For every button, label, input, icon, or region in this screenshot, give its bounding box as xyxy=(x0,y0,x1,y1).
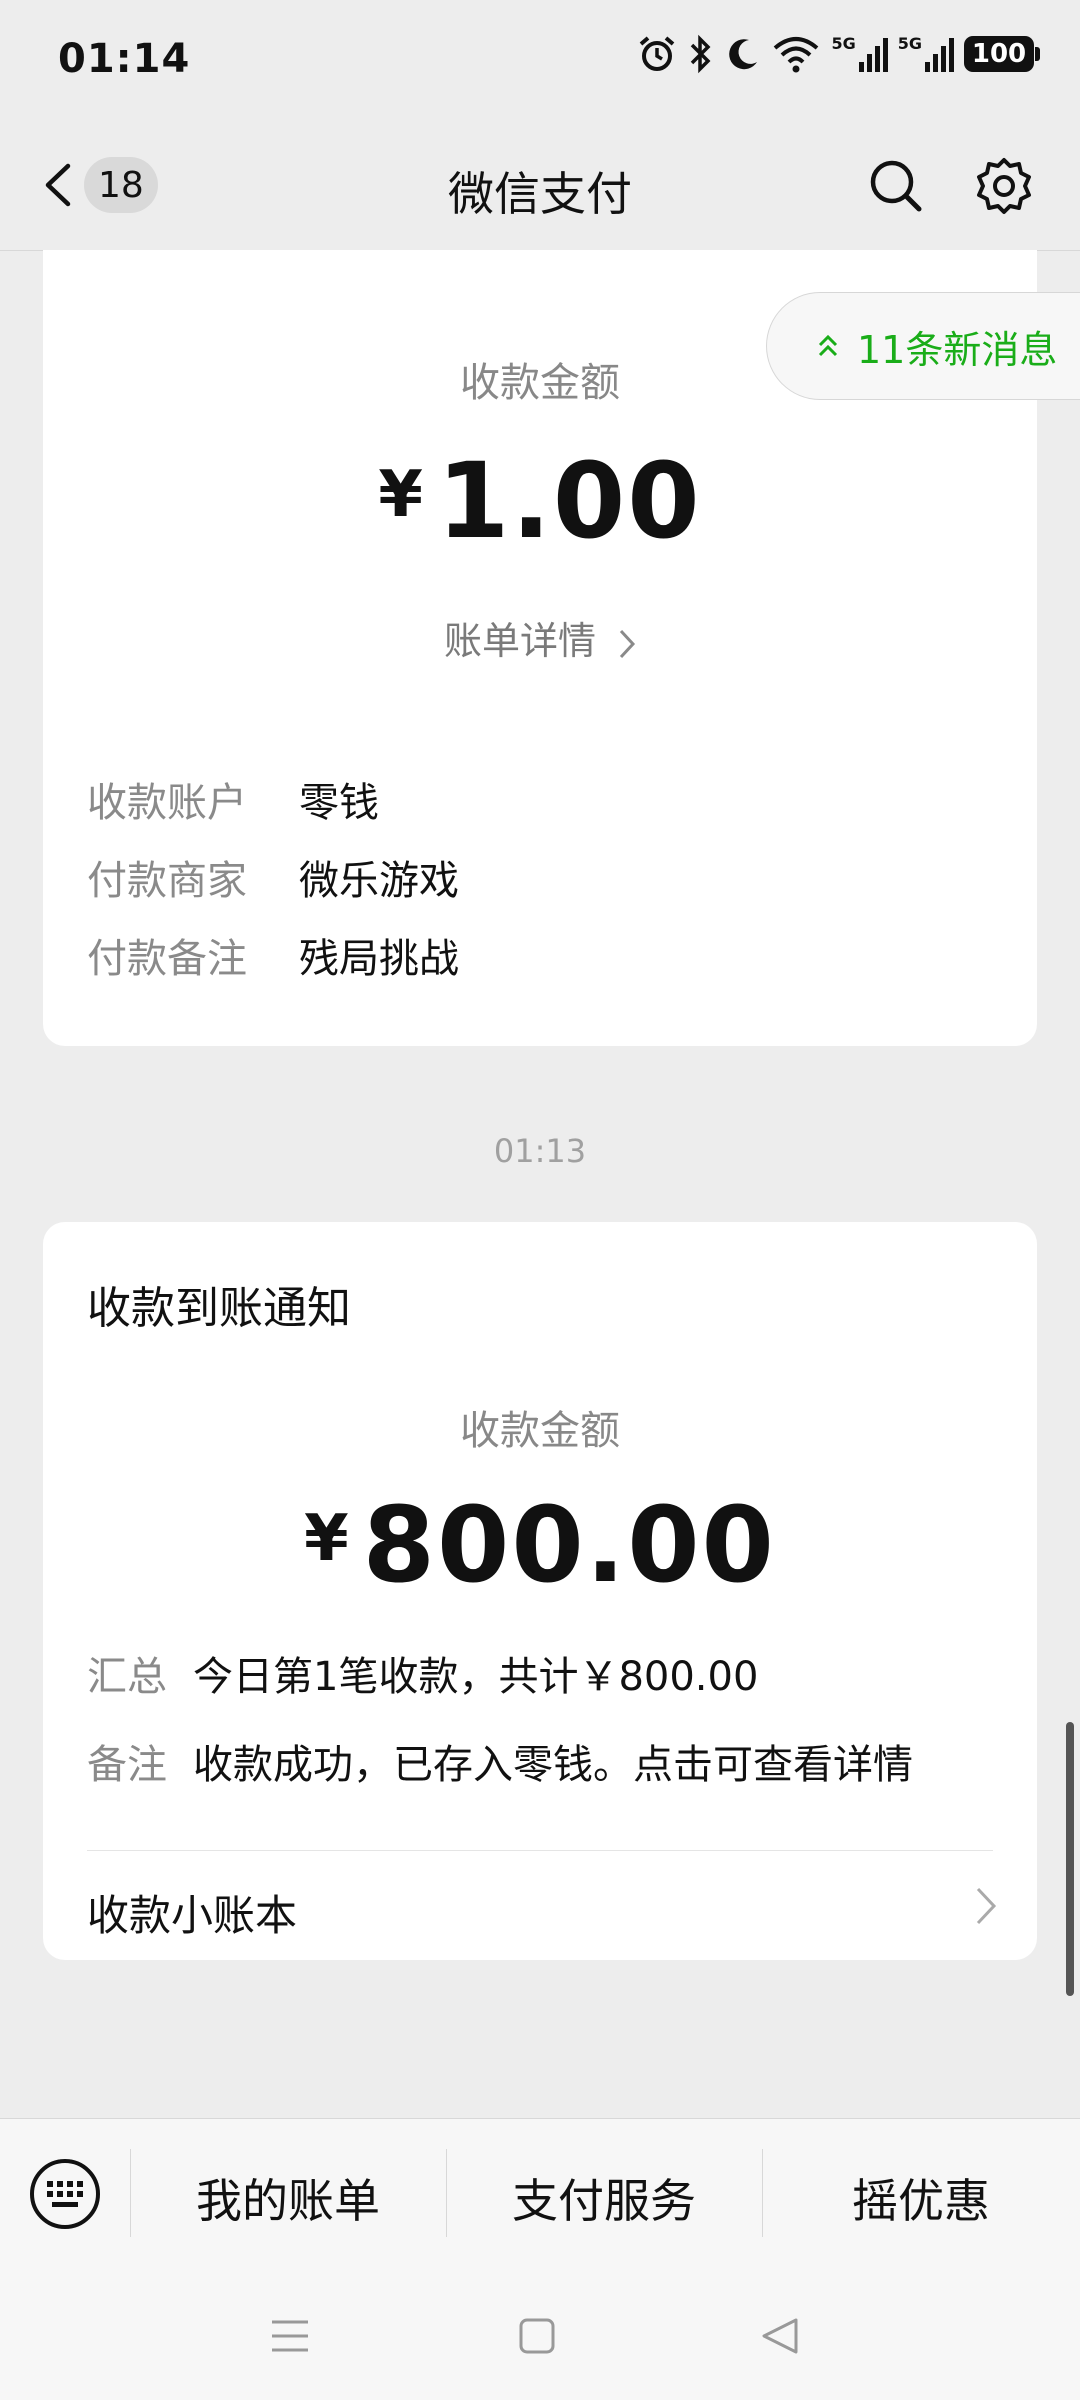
bill-detail-label: 账单详情 xyxy=(443,619,596,663)
summary-key: 汇总 xyxy=(87,1654,167,1700)
scrollbar[interactable] xyxy=(1066,1722,1074,1996)
back-triangle-icon[interactable] xyxy=(760,2316,800,2356)
signal-5g-2: 5G xyxy=(898,34,954,74)
info-key: 付款备注 xyxy=(87,936,247,982)
payment-notice-card[interactable]: 收款到账通知 收款金额 ¥800.00 汇总 今日第1笔收款，共计￥800.00… xyxy=(43,1222,1037,1960)
moon-icon xyxy=(729,39,758,70)
double-chevron-up-icon xyxy=(818,334,838,357)
home-square-icon[interactable] xyxy=(518,2316,556,2356)
chevron-right-icon xyxy=(976,1887,997,1925)
bottom-menu: 我的账单 支付服务 摇优惠 xyxy=(0,2118,1080,2271)
menu-shake-offers[interactable]: 摇优惠 xyxy=(762,2165,1080,2231)
amount-value: ¥1.00 xyxy=(43,440,1037,562)
nav-bar: 18 微信支付 xyxy=(0,120,1080,251)
menu-my-bills[interactable]: 我的账单 xyxy=(130,2165,446,2231)
status-time: 01:14 xyxy=(58,36,191,82)
search-icon[interactable] xyxy=(868,158,924,214)
menu-lines-icon[interactable] xyxy=(270,2316,310,2356)
gear-icon[interactable] xyxy=(974,156,1034,216)
note-value: 收款成功，已存入零钱。点击可查看详情 xyxy=(193,1742,913,1788)
info-key: 收款账户 xyxy=(87,780,247,826)
new-messages-label: 11条新消息 xyxy=(857,327,1058,372)
bill-detail-link[interactable]: 账单详情 xyxy=(43,610,1037,665)
status-bar: 01:14 5G 5G 100 xyxy=(0,0,1080,120)
summary-row: 汇总 今日第1笔收款，共计￥800.00 xyxy=(87,1644,758,1702)
info-key: 付款商家 xyxy=(87,858,247,904)
notice-title: 收款到账通知 xyxy=(87,1283,351,1334)
info-value: 微乐游戏 xyxy=(299,858,459,904)
amount-number: 1.00 xyxy=(436,440,702,562)
summary-value: 今日第1笔收款，共计￥800.00 xyxy=(193,1654,759,1700)
message-timestamp: 01:13 xyxy=(493,1132,587,1170)
info-value: 残局挑战 xyxy=(299,936,459,982)
signal-bars-icon xyxy=(925,38,954,72)
amount-number: 800.00 xyxy=(362,1484,776,1606)
battery-indicator: 100 xyxy=(964,36,1040,72)
menu-payment-services[interactable]: 支付服务 xyxy=(446,2165,762,2231)
divider xyxy=(87,1850,993,1851)
note-key: 备注 xyxy=(87,1742,167,1788)
ledger-link[interactable]: 收款小账本 xyxy=(87,1882,297,1943)
info-value: 零钱 xyxy=(299,780,379,826)
system-nav-bar xyxy=(0,2270,1080,2400)
alarm-icon xyxy=(640,36,675,71)
network-type-label: 5G xyxy=(831,34,856,53)
new-messages-button[interactable]: 11条新消息 xyxy=(766,292,1080,400)
currency-symbol: ¥ xyxy=(304,1502,349,1576)
info-row-account: 收款账户 零钱 xyxy=(87,770,379,828)
currency-symbol: ¥ xyxy=(378,458,423,532)
signal-5g-1: 5G xyxy=(831,34,888,74)
keyboard-icon[interactable] xyxy=(28,2157,102,2231)
status-icons: 5G 5G 100 xyxy=(637,34,1040,74)
bluetooth-icon xyxy=(691,34,711,74)
info-row-merchant: 付款商家 微乐游戏 xyxy=(87,848,459,906)
info-row-remark: 付款备注 残局挑战 xyxy=(87,926,459,984)
network-type-label: 5G xyxy=(897,34,922,53)
note-row: 备注 收款成功，已存入零钱。点击可查看详情 xyxy=(87,1732,913,1790)
wifi-icon xyxy=(774,37,819,73)
chevron-right-icon xyxy=(619,629,636,658)
amount-value: ¥800.00 xyxy=(43,1484,1037,1606)
amount-label: 收款金额 xyxy=(460,1408,620,1454)
signal-bars-icon xyxy=(858,38,888,72)
